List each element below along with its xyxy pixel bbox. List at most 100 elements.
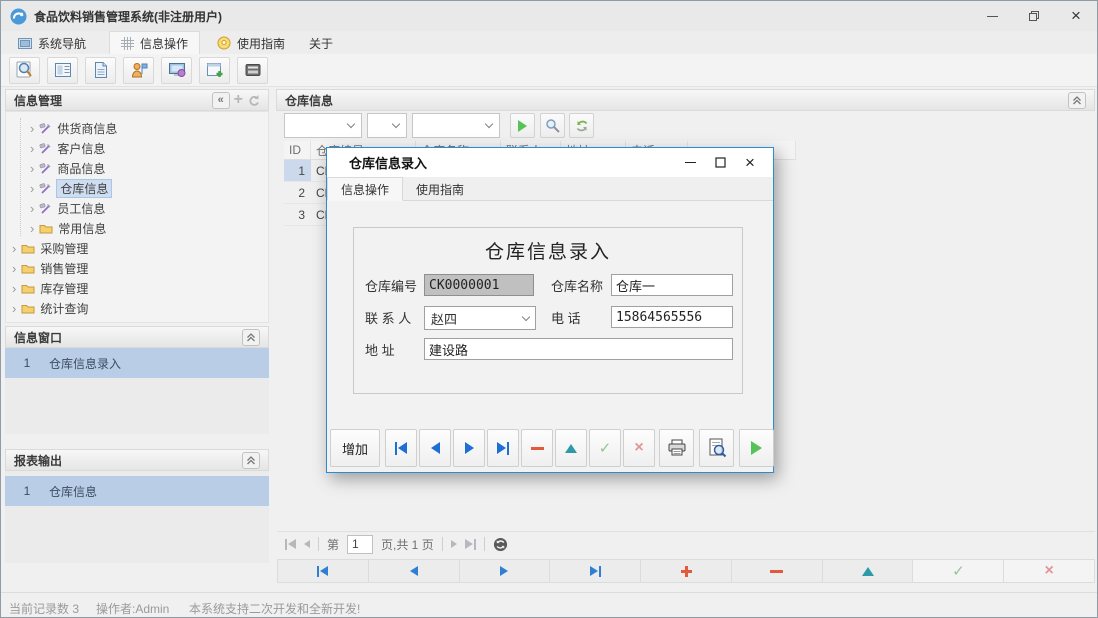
column-header-id[interactable]: ID: [284, 141, 311, 160]
record-first-button[interactable]: [385, 429, 417, 467]
collapse-main-panel-button[interactable]: [1068, 92, 1086, 109]
operator-text: 操作者:Admin: [96, 600, 169, 617]
reload-button[interactable]: [493, 537, 508, 552]
prev-page-button[interactable]: [304, 540, 310, 548]
document-button[interactable]: [85, 57, 116, 84]
add-record-button[interactable]: 增加: [330, 429, 380, 467]
list-item-warehouse-entry[interactable]: 1 仓库信息录入: [5, 348, 269, 378]
tree-item-customer-info[interactable]: › 客户信息: [30, 138, 280, 158]
add-icon[interactable]: +: [234, 92, 243, 108]
play-icon: [518, 120, 527, 132]
record-prev-button[interactable]: [419, 429, 451, 467]
check-icon: ✓: [952, 564, 965, 579]
list-item-warehouse-report[interactable]: 1 仓库信息: [5, 476, 269, 506]
dialog-minimize-button[interactable]: [675, 148, 705, 177]
tree-item-statistics-query[interactable]: › 统计查询: [12, 298, 262, 318]
nav-add-button[interactable]: [641, 560, 732, 582]
filter-refresh-button[interactable]: [569, 113, 594, 138]
collapse-panel-button[interactable]: [242, 329, 260, 346]
nav-prev-button[interactable]: [369, 560, 460, 582]
record-last-button[interactable]: [487, 429, 519, 467]
dialog-tab-user-guide[interactable]: 使用指南: [403, 177, 477, 201]
nav-post-button[interactable]: ✓: [913, 560, 1004, 582]
tab-info-operation[interactable]: 信息操作: [109, 31, 200, 54]
tab-system-nav[interactable]: 系统导航: [7, 32, 97, 54]
tree-item-common-info[interactable]: › 常用信息: [30, 218, 280, 238]
cancel-record-button[interactable]: ×: [623, 429, 655, 467]
dialog-tab-info-operation[interactable]: 信息操作: [327, 177, 403, 201]
next-page-button[interactable]: [451, 540, 457, 548]
tree-item-warehouse-info[interactable]: › 仓库信息: [30, 178, 280, 198]
filter-run-button[interactable]: [510, 113, 535, 138]
tool-icon: [39, 182, 52, 195]
tree-item-inventory-mgmt[interactable]: › 库存管理: [12, 278, 262, 298]
edit-record-button[interactable]: [555, 429, 587, 467]
cell-id: 3: [284, 204, 311, 226]
tree-item-purchase-mgmt[interactable]: › 采购管理: [12, 238, 262, 258]
warehouse-code-field[interactable]: [424, 274, 534, 296]
nav-last-button[interactable]: [550, 560, 641, 582]
filter-find-button[interactable]: [540, 113, 565, 138]
contact-combo[interactable]: 赵四: [424, 306, 536, 330]
dialog-maximize-button[interactable]: [705, 148, 735, 177]
tab-user-guide[interactable]: 使用指南: [206, 32, 296, 54]
tree-item-label: 统计查询: [40, 300, 88, 317]
first-page-button[interactable]: [285, 539, 296, 550]
next-icon: [465, 442, 474, 454]
page-input[interactable]: [347, 535, 373, 554]
address-field[interactable]: [424, 338, 733, 360]
collapse-sidebar-button[interactable]: «: [212, 92, 230, 109]
restore-button[interactable]: [1013, 1, 1055, 31]
add-window-icon: [205, 60, 225, 80]
refresh-icon[interactable]: [247, 94, 260, 107]
info-management-panel-header: 信息管理 « +: [5, 89, 269, 111]
archive-button[interactable]: [237, 57, 268, 84]
tree-item-label: 常用信息: [58, 220, 106, 237]
chevron-up-icon: [246, 333, 256, 342]
prev-icon: [431, 442, 440, 454]
tree-item-product-info[interactable]: › 商品信息: [30, 158, 280, 178]
delete-record-button[interactable]: [521, 429, 553, 467]
panel-title: 信息窗口: [14, 329, 62, 346]
app-window: 食品饮料销售管理系统(非注册用户) × 系统导航 信息操作 使用指南 关于: [0, 0, 1098, 618]
nav-next-button[interactable]: [460, 560, 551, 582]
dialog-close-button[interactable]: ×: [735, 148, 765, 177]
post-record-button[interactable]: ✓: [589, 429, 621, 467]
nav-first-button[interactable]: [278, 560, 369, 582]
search-button[interactable]: [9, 57, 40, 84]
nav-delete-button[interactable]: [732, 560, 823, 582]
monitor-button[interactable]: [161, 57, 192, 84]
collapse-panel-button[interactable]: [242, 452, 260, 469]
tab-about[interactable]: 关于: [298, 32, 344, 54]
print-preview-button[interactable]: [699, 429, 734, 467]
filter-combo-1[interactable]: [284, 113, 362, 138]
tree-item-employee-info[interactable]: › 员工信息: [30, 198, 280, 218]
chevron-down-icon: [522, 312, 530, 320]
list-item-number: 1: [5, 356, 49, 370]
add-window-button[interactable]: [199, 57, 230, 84]
filter-combo-3[interactable]: [412, 113, 500, 138]
folder-icon: [21, 303, 35, 314]
tab-label: 使用指南: [237, 35, 285, 52]
nav-edit-button[interactable]: [823, 560, 914, 582]
user-button[interactable]: [123, 57, 154, 84]
datalist-button[interactable]: [47, 57, 78, 84]
phone-field[interactable]: [611, 306, 733, 328]
refresh-icon: [574, 118, 590, 134]
panel-title: 仓库信息: [285, 92, 333, 109]
close-button[interactable]: ×: [1055, 1, 1097, 31]
dialog-tabs: 信息操作 使用指南: [327, 177, 773, 201]
tree-item-supplier-info[interactable]: › 供货商信息: [30, 118, 280, 138]
record-next-button[interactable]: [453, 429, 485, 467]
execute-button[interactable]: [739, 429, 774, 467]
filter-combo-2[interactable]: [367, 113, 407, 138]
tree-item-sales-mgmt[interactable]: › 销售管理: [12, 258, 262, 278]
title-bar: 食品饮料销售管理系统(非注册用户): [1, 1, 1097, 31]
nav-cancel-button[interactable]: ×: [1004, 560, 1094, 582]
name-label: 仓库名称: [551, 274, 603, 296]
chevron-down-icon: [347, 120, 355, 128]
minimize-button[interactable]: [971, 1, 1013, 31]
print-button[interactable]: [659, 429, 694, 467]
last-page-button[interactable]: [465, 539, 476, 550]
warehouse-name-field[interactable]: [611, 274, 733, 296]
